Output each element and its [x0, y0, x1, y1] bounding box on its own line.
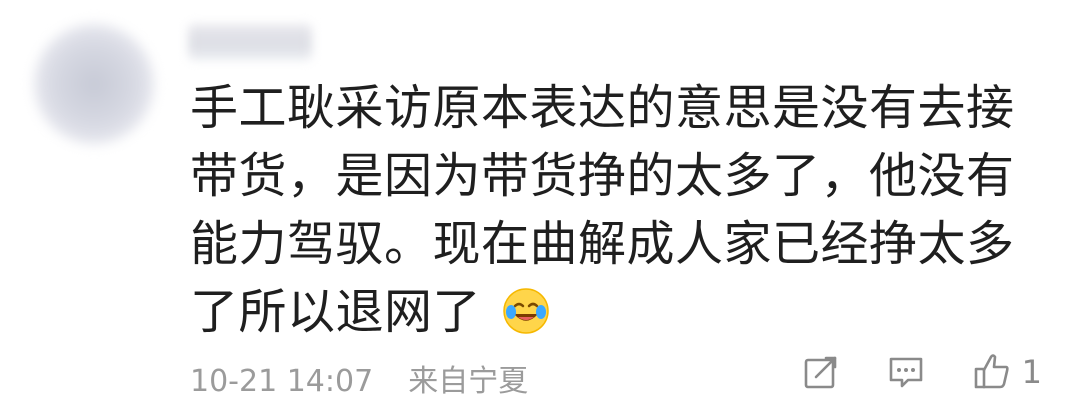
comment-icon: [889, 357, 922, 388]
comment-body: 手工耿采访原本表达的意思是没有去接带货，是因为带货挣的太多了，他没有能力驾驭。现…: [190, 80, 1015, 340]
comment-meta: 10-21 14:07 来自宁夏: [190, 356, 528, 400]
comment-button[interactable]: [886, 353, 926, 391]
timestamp: 10-21 14:07: [190, 364, 374, 399]
comment-actions: 1: [802, 346, 1042, 398]
comment-text: 手工耿采访原本表达的意思是没有去接带货，是因为带货挣的太多了，他没有能力驾驭。现…: [190, 74, 1040, 346]
location: 来自宁夏: [408, 364, 529, 399]
avatar[interactable]: [34, 24, 154, 144]
username-blurred[interactable]: [188, 24, 312, 60]
share-button[interactable]: [802, 353, 840, 391]
crying-laughing-emoji-icon: [501, 286, 551, 336]
like-button[interactable]: 1: [972, 352, 1042, 392]
like-count: 1: [1021, 353, 1042, 391]
thumbs-up-icon: [974, 354, 1009, 389]
share-icon: [804, 356, 836, 389]
